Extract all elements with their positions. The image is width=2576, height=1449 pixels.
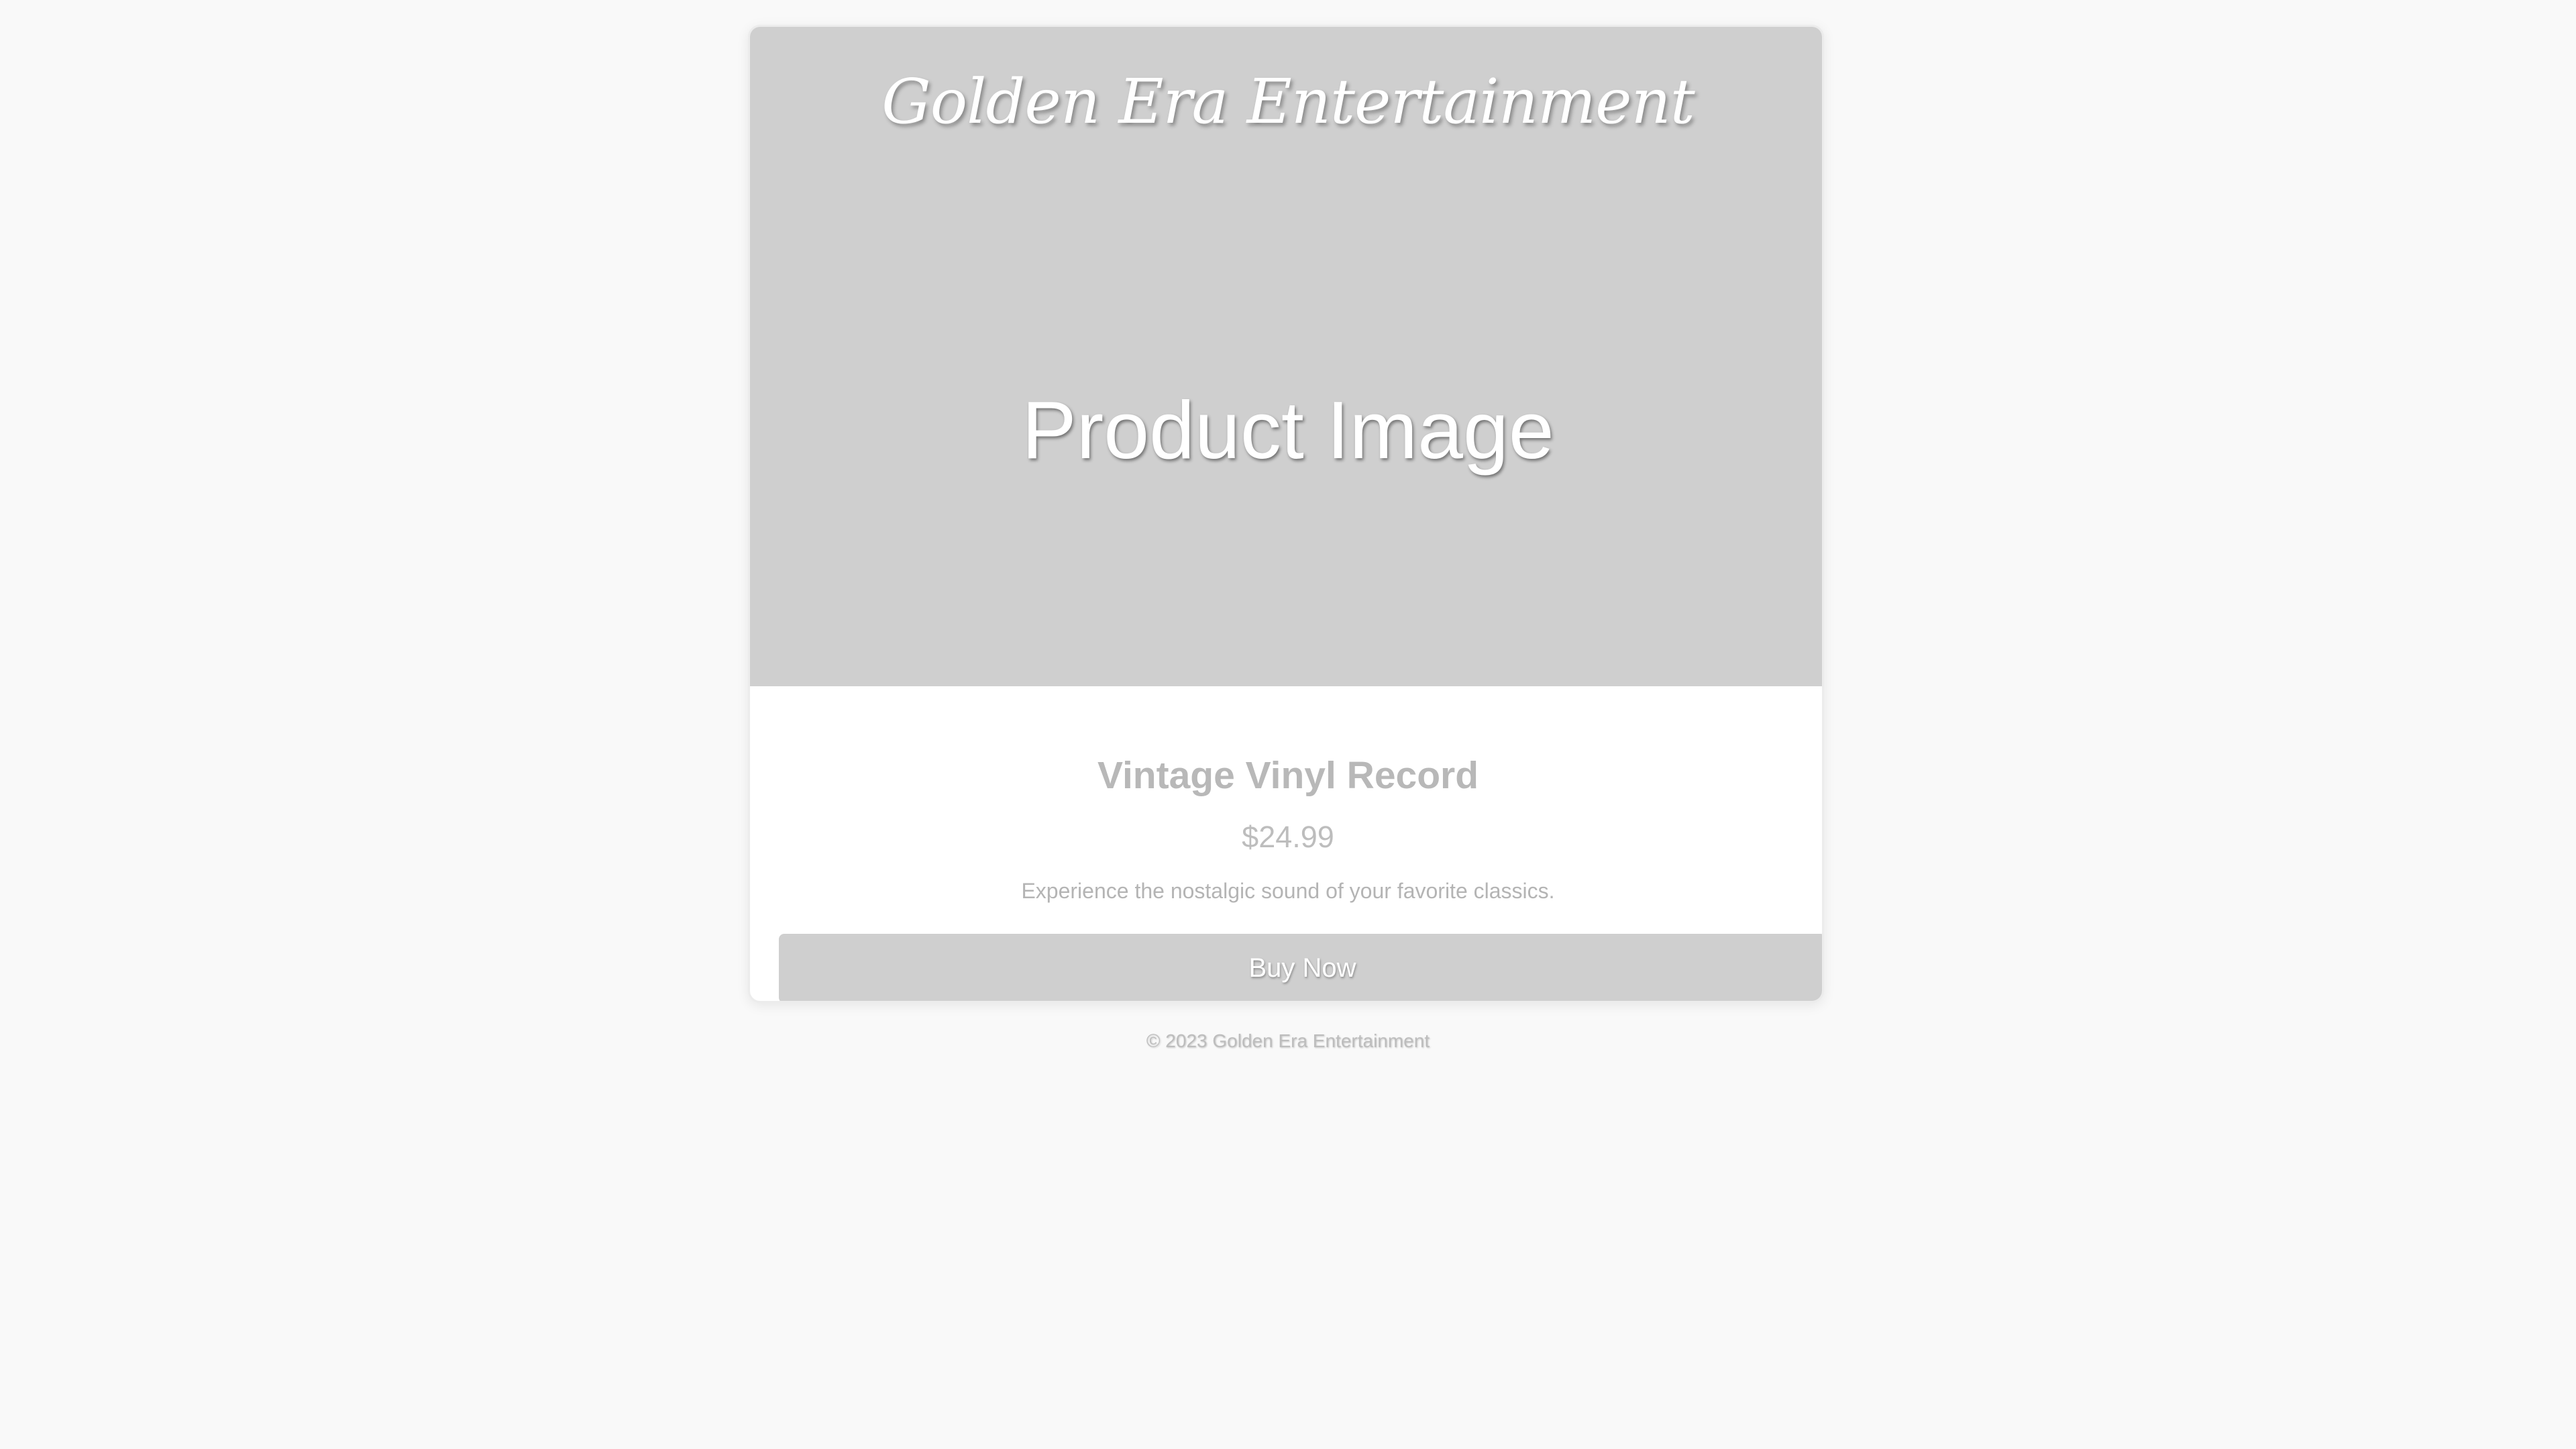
product-image-label: Product Image	[1022, 384, 1554, 476]
product-description: Experience the nostalgic sound of your f…	[1021, 879, 1555, 903]
brand-logo-text: Golden Era Entertainment	[881, 66, 1695, 138]
buy-now-button[interactable]: Buy Now	[779, 934, 1822, 1001]
product-card: Golden Era Entertainment Product Image V…	[748, 25, 1824, 1003]
product-title: Vintage Vinyl Record	[1097, 754, 1479, 797]
product-image-placeholder: Golden Era Entertainment Product Image	[750, 27, 1822, 686]
footer-copyright: © 2023 Golden Era Entertainment	[1146, 1030, 1430, 1051]
product-price: $24.99	[1242, 820, 1334, 854]
